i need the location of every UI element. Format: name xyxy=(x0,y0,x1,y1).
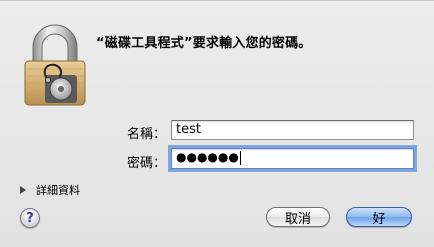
dialog-message: “磁碟工具程式”要求輸入您的密碼。 xyxy=(96,36,312,51)
password-field-value: ●●●●●● xyxy=(176,150,239,164)
disclosure-triangle-right-icon[interactable] xyxy=(20,186,26,194)
name-field-value: test xyxy=(176,122,201,137)
ok-button[interactable]: 好 xyxy=(346,207,412,227)
details-label: 詳細資料 xyxy=(36,184,80,197)
cancel-button[interactable]: 取消 xyxy=(266,207,330,227)
password-field[interactable]: ●●●●●● xyxy=(168,145,417,172)
help-button[interactable]: ? xyxy=(20,208,40,228)
name-label: 名稱： xyxy=(126,127,166,142)
padlock-icon xyxy=(24,24,86,106)
name-field[interactable]: test xyxy=(171,120,414,140)
authentication-dialog: “磁碟工具程式”要求輸入您的密碼。 名稱： test 密碼： ●●●●●● 詳細… xyxy=(0,0,434,247)
text-caret xyxy=(239,150,241,165)
password-label: 密碼： xyxy=(126,156,166,171)
details-disclosure[interactable]: 詳細資料 xyxy=(20,182,80,198)
